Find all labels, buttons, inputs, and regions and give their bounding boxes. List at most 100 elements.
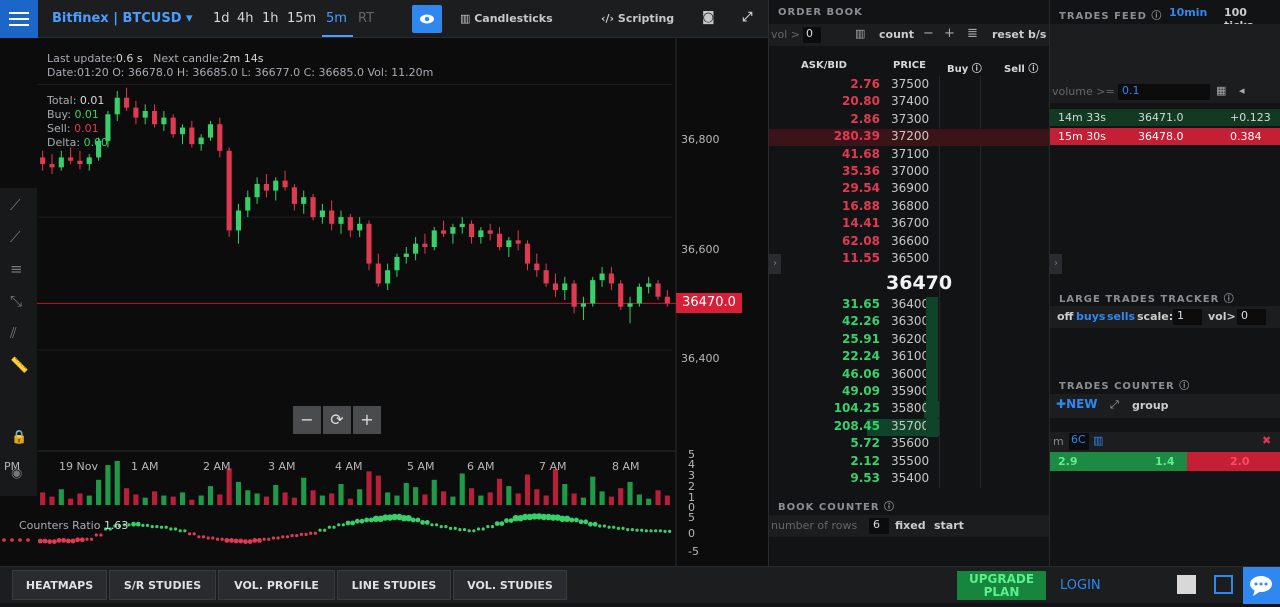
collapse-left-icon[interactable]: › (769, 254, 781, 274)
heatmaps-button[interactable]: HEATMAPS (12, 570, 107, 600)
rows-input[interactable]: 6 (869, 518, 889, 534)
channel-tool-icon[interactable]: ⫽ (10, 324, 17, 342)
count-toggle[interactable]: count (879, 28, 914, 41)
ask-row[interactable]: 29.54 36900 (769, 181, 1050, 198)
candle-body (524, 243, 531, 264)
upgrade-plan-button[interactable]: UPGRADE PLAN (957, 571, 1046, 600)
counters-ratio-dot (318, 528, 322, 532)
ruler-tool-icon[interactable]: 📏 (10, 356, 29, 374)
ask-row[interactable]: 41.68 37100 (769, 147, 1050, 164)
calculator-icon[interactable]: ▦ (1216, 84, 1226, 97)
counters-ratio-dot (173, 527, 178, 531)
vol-input[interactable]: 0 (1237, 309, 1266, 325)
close-icon[interactable]: ✖ (1262, 434, 1271, 447)
bid-row[interactable]: 46.06 36000 (769, 367, 1050, 384)
counters-ratio-dot (192, 532, 196, 536)
scale-input[interactable]: 1 (1173, 309, 1202, 325)
ask-row[interactable]: 2.76 37500 (769, 77, 1050, 94)
timeframe-rt[interactable]: RT (358, 11, 374, 26)
range-10min-button[interactable]: 10min (1169, 6, 1207, 19)
bid-row[interactable]: 49.09 35900 (769, 384, 1050, 401)
ask-row[interactable]: 11.55 36500 (769, 251, 1050, 268)
vol-studies-button[interactable]: VOL. STUDIES (453, 570, 567, 600)
ticker-selector[interactable]: Bitfinex | BTCUSD ▾ (52, 11, 193, 26)
light-theme-icon[interactable] (1177, 575, 1196, 594)
buys-toggle[interactable]: buys (1076, 310, 1105, 323)
bar-chart-icon[interactable]: ▥ (1093, 434, 1103, 447)
ask-row[interactable]: 2.86 37300 (769, 112, 1050, 129)
window-icon[interactable] (1214, 575, 1233, 594)
candlesticks-button[interactable]: ▥ Candlesticks (460, 12, 553, 25)
camera-icon[interactable]: ◙ (702, 10, 715, 25)
volume-bar (515, 493, 521, 505)
ask-row[interactable]: 14.41 36700 (769, 216, 1050, 233)
time-axis-label: 3 AM (268, 460, 296, 473)
bid-row[interactable]: 5.72 35600 (769, 436, 1050, 453)
volume-filter-input[interactable]: 0.1 (1118, 84, 1210, 100)
chart-area[interactable]: ⟋ ⟋ ≡ ⤡ ⫽ 📏 🔒 ◉ Last update:0.6 s Next c… (0, 38, 768, 566)
minus-icon[interactable]: − (923, 26, 934, 41)
line-studies-button[interactable]: LINE STUDIES (337, 570, 451, 600)
volume-bar (49, 496, 55, 505)
ask-row[interactable]: 16.88 36800 (769, 199, 1050, 216)
timeframe-1h[interactable]: 1h (262, 11, 279, 26)
ask-amount: 14.41 (842, 216, 880, 231)
bid-row[interactable]: 208.45 35700 (769, 418, 1050, 436)
scripting-button[interactable]: ‹/› Scripting (601, 12, 674, 25)
ask-row[interactable]: 20.80 37400 (769, 94, 1050, 111)
ask-row[interactable]: 62.08 36600 (769, 234, 1050, 251)
zoom-in-button[interactable]: + (353, 406, 381, 434)
hlines-tool-icon[interactable]: ≡ (10, 260, 23, 278)
volume-bar (487, 492, 493, 505)
ask-row[interactable]: 280.39 37200 (769, 129, 1050, 147)
volume-bar (534, 489, 540, 505)
reset-bs-button[interactable]: reset b/s (992, 28, 1046, 41)
zoom-out-button[interactable]: − (293, 406, 321, 434)
extend-tool-icon[interactable]: ⤡ (10, 292, 22, 310)
off-toggle[interactable]: off (1057, 310, 1073, 323)
bid-row[interactable]: 22.24 36100 (769, 349, 1050, 366)
trade-size: +0.123 (1230, 111, 1271, 124)
timeframe-5m[interactable]: 5m (326, 11, 347, 26)
visibility-button[interactable] (412, 5, 442, 33)
bid-row[interactable]: 25.91 36200 (769, 332, 1050, 349)
group-toggle[interactable]: group (1132, 399, 1169, 412)
lock-icon[interactable]: 🔒 (11, 430, 27, 445)
list-icon[interactable]: ≣ (967, 26, 978, 41)
timeframe-1d[interactable]: 1d (213, 11, 230, 26)
menu-button[interactable] (0, 0, 38, 38)
fixed-toggle[interactable]: fixed (895, 519, 926, 532)
timeframe-4h[interactable]: 4h (237, 11, 254, 26)
bid-row[interactable]: 104.25 35800 (769, 401, 1050, 419)
zoom-reset-button[interactable]: ⟳ (323, 406, 351, 434)
chart-icon[interactable]: ▥ (855, 27, 865, 40)
candle-body (431, 230, 437, 247)
ask-row[interactable]: 35.36 37000 (769, 164, 1050, 181)
fullscreen-icon[interactable]: ⤢ (742, 10, 752, 25)
bid-row[interactable]: 31.65 36400 (769, 297, 1050, 314)
counter-interval[interactable]: 6C (1069, 433, 1089, 450)
vol-filter-input[interactable]: 0 (803, 27, 821, 43)
sells-toggle[interactable]: sells (1107, 310, 1135, 323)
new-counter-button[interactable]: ✚NEW (1056, 397, 1098, 411)
collapse-left-icon[interactable]: › (1050, 254, 1062, 274)
line-tool-icon[interactable]: ⟋ (10, 196, 21, 214)
bid-amount: 5.72 (850, 436, 880, 451)
timeframe-15m[interactable]: 15m (287, 11, 316, 26)
bid-row[interactable]: 2.12 35500 (769, 454, 1050, 471)
bid-row[interactable]: 9.53 35400 (769, 471, 1050, 488)
counters-ratio-dot (281, 535, 285, 539)
start-button[interactable]: start (934, 519, 964, 532)
chat-button[interactable] (1243, 567, 1280, 604)
login-link[interactable]: LOGIN (1060, 578, 1101, 593)
sr-studies-button[interactable]: S/R STUDIES (109, 570, 216, 600)
ray-tool-icon[interactable]: ⟋ (10, 228, 21, 246)
counters-ratio-dot (257, 538, 262, 543)
expand-icon[interactable]: ⤢ (1110, 398, 1119, 412)
speaker-icon[interactable]: ◂ (1239, 84, 1245, 97)
candle-body (86, 157, 92, 165)
vol-profile-button[interactable]: VOL. PROFILE (218, 570, 335, 600)
plus-icon[interactable]: + (944, 26, 955, 41)
ask-price: 36700 (891, 216, 930, 231)
bid-row[interactable]: 42.26 36300 (769, 314, 1050, 331)
